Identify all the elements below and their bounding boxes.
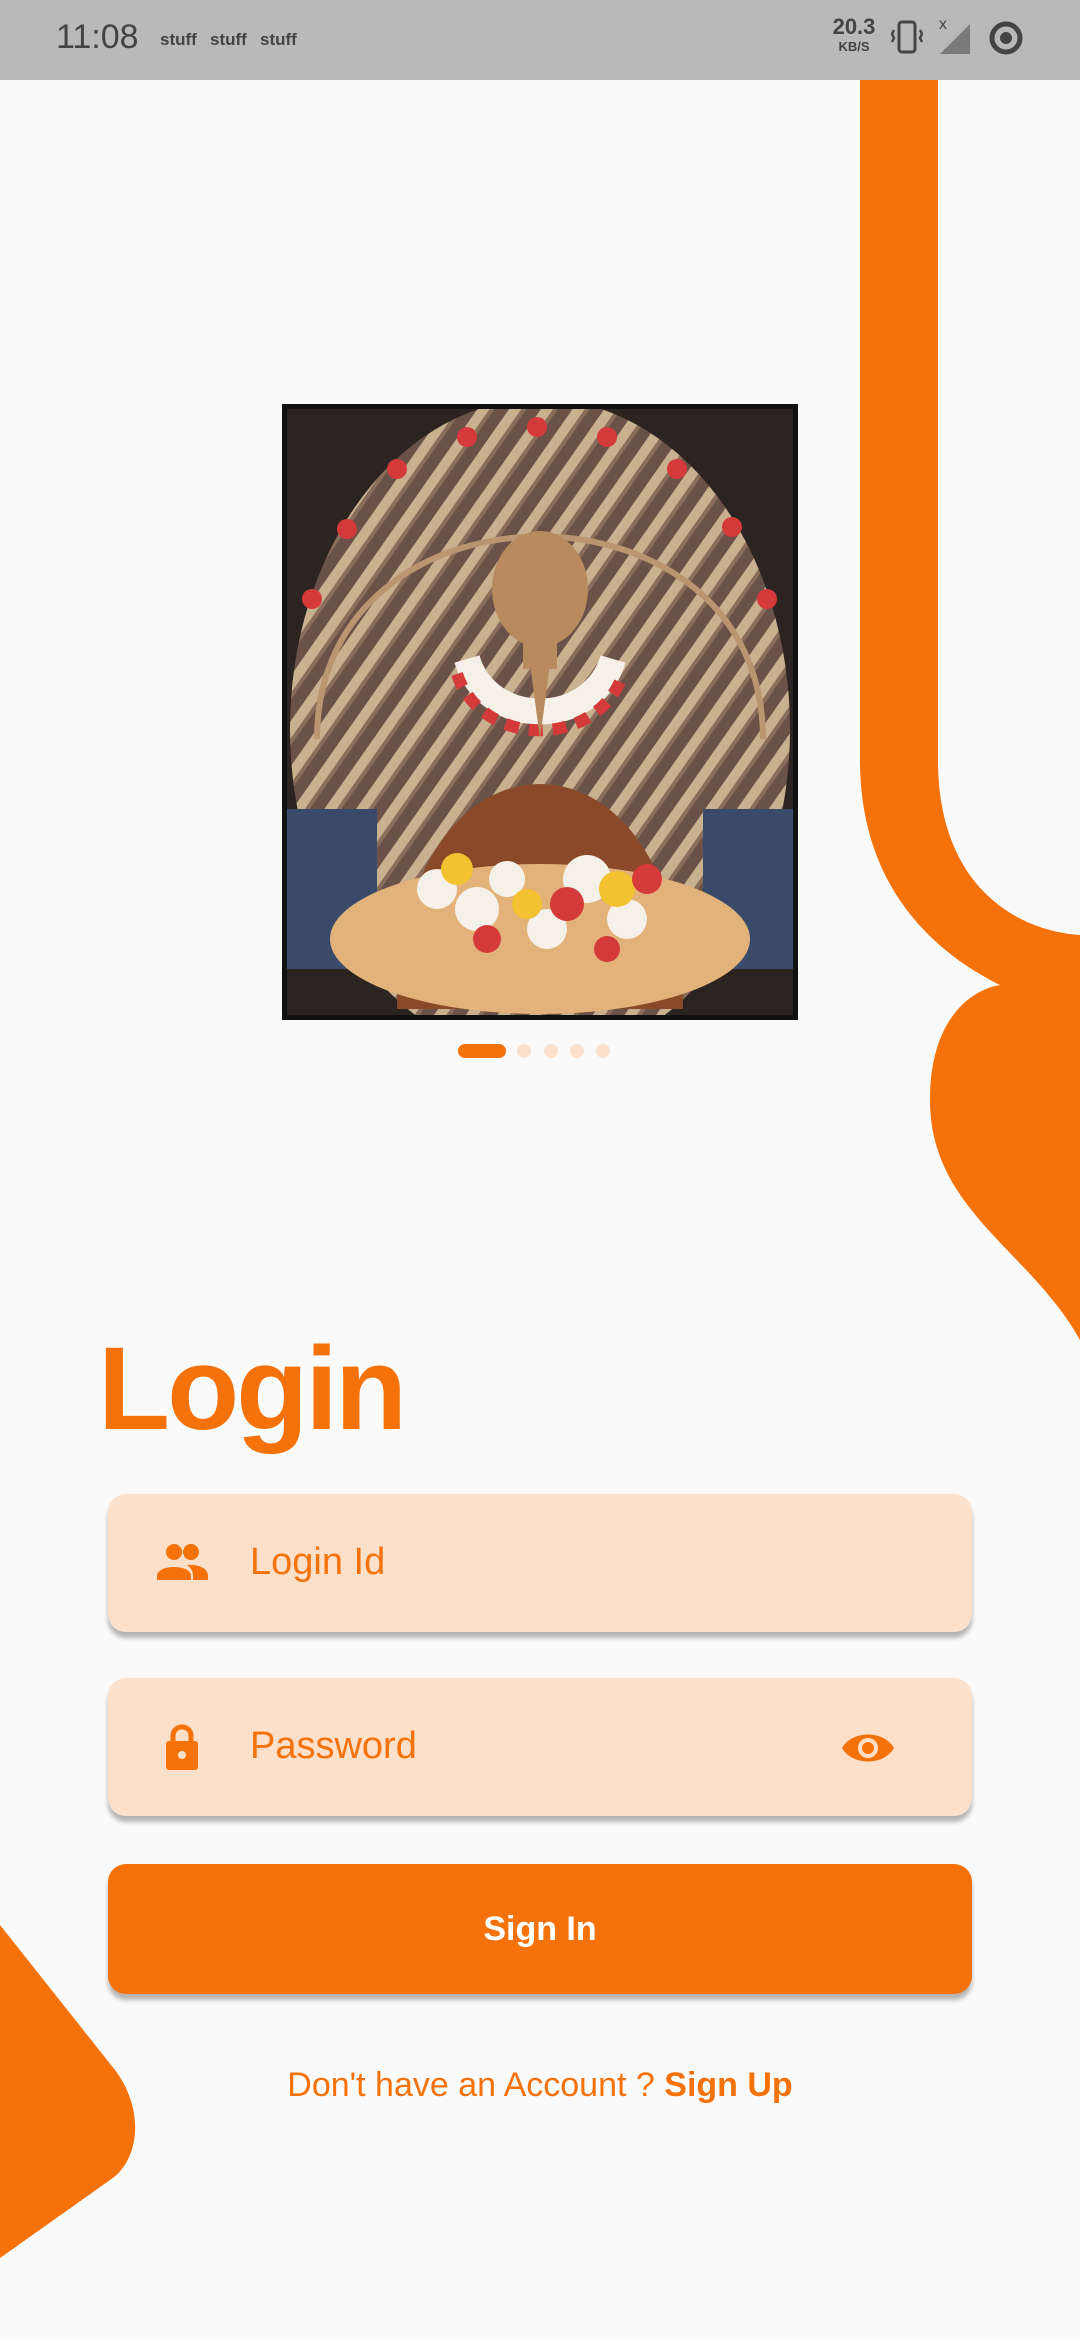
- notification-label: stuff: [160, 30, 197, 49]
- carousel-indicator: [0, 1044, 1080, 1060]
- carousel-dot-active[interactable]: [458, 1044, 506, 1058]
- login-id-field[interactable]: [108, 1494, 972, 1632]
- network-speed: 20.3 KB/S: [826, 14, 882, 54]
- vibrate-icon: [890, 20, 924, 54]
- sign-in-button[interactable]: Sign In: [108, 1864, 972, 1994]
- people-icon: [157, 1544, 208, 1580]
- login-id-input[interactable]: [250, 1530, 810, 1594]
- network-speed-unit: KB/S: [838, 39, 870, 54]
- status-bar: 11:08 stuff stuff stuff 20.3 KB/S x: [0, 0, 1080, 80]
- sign-up-link[interactable]: Sign Up: [664, 2066, 792, 2104]
- eye-icon[interactable]: [840, 1726, 896, 1770]
- sync-icon: [989, 21, 1023, 55]
- network-speed-value: 20.3: [832, 14, 876, 39]
- status-time: 11:08: [56, 18, 139, 56]
- password-input[interactable]: [250, 1714, 810, 1778]
- lock-icon: [166, 1724, 198, 1770]
- password-field[interactable]: [108, 1678, 972, 1816]
- signal-no-service-icon: [940, 24, 970, 54]
- signup-row: Don't have an Account ? Sign Up: [0, 2066, 1080, 2105]
- page-title: Login: [98, 1323, 407, 1455]
- notification-label: stuff: [210, 30, 247, 49]
- carousel-dot[interactable]: [544, 1044, 558, 1058]
- carousel-dot[interactable]: [596, 1044, 610, 1058]
- carousel-dot[interactable]: [570, 1044, 584, 1058]
- notification-label: stuff: [260, 30, 297, 49]
- devotee-portrait-photo: [287, 409, 793, 1015]
- signup-prompt: Don't have an Account ?: [287, 2066, 655, 2104]
- carousel-image[interactable]: [282, 404, 798, 1020]
- carousel-dot[interactable]: [517, 1044, 531, 1058]
